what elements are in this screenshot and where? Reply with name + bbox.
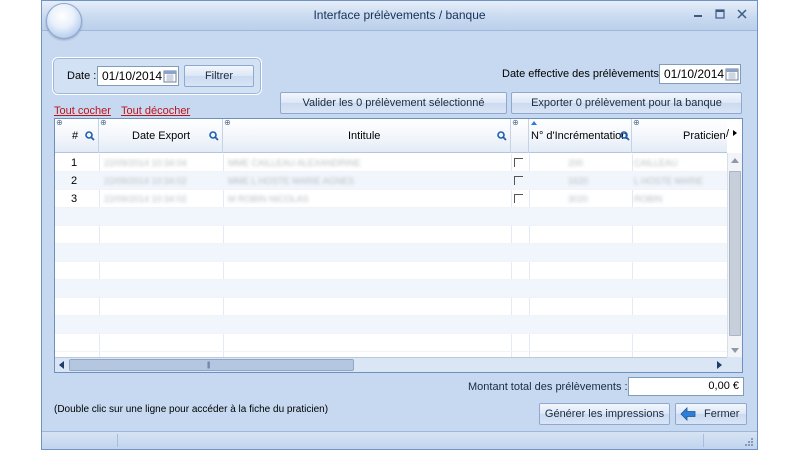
window-controls bbox=[689, 6, 751, 22]
pin-icon: ⊕ bbox=[512, 118, 519, 127]
empty-row bbox=[55, 226, 727, 244]
minimize-icon bbox=[694, 15, 702, 17]
empty-row bbox=[55, 334, 727, 352]
title-bar: Interface prélèvements / banque bbox=[42, 1, 757, 31]
date-label: Date : bbox=[67, 70, 97, 82]
empty-row bbox=[55, 316, 727, 334]
maximize-button[interactable] bbox=[711, 6, 729, 22]
empty-row bbox=[55, 208, 727, 226]
pin-icon: ⊕ bbox=[100, 118, 107, 127]
filter-button[interactable]: Filtrer bbox=[184, 65, 254, 87]
calendar-icon[interactable] bbox=[725, 67, 739, 81]
grid-header: ⊕ # ⊕ Date Export ⊕ Intitule ⊕ N° d'Incr… bbox=[55, 118, 737, 153]
empty-row bbox=[55, 280, 727, 298]
search-icon[interactable] bbox=[85, 131, 95, 141]
date-filter-value: 01/10/2014 bbox=[102, 69, 163, 83]
filter-panel: Date : 01/10/2014 Filtrer bbox=[52, 57, 262, 95]
status-bar bbox=[42, 431, 757, 449]
effective-date-input[interactable]: 01/10/2014 bbox=[659, 64, 741, 84]
horizontal-scrollbar[interactable]: ||| bbox=[55, 357, 727, 372]
close-button-label: Fermer bbox=[704, 408, 740, 420]
vertical-scrollbar[interactable] bbox=[727, 153, 742, 358]
back-arrow-icon bbox=[680, 407, 696, 421]
validate-withdrawals-button[interactable]: Valider les 0 prélèvement sélectionné bbox=[280, 92, 507, 114]
scroll-columns-right-icon[interactable] bbox=[733, 130, 737, 136]
table-row[interactable]: 3 22/09/2014 10:34:02 M ROBIN NICOLAS 30… bbox=[55, 190, 727, 208]
column-header-date-export[interactable]: ⊕ Date Export bbox=[99, 119, 223, 153]
search-icon[interactable] bbox=[209, 131, 219, 141]
scroll-up-icon[interactable] bbox=[731, 158, 739, 163]
row-checkbox[interactable] bbox=[514, 176, 523, 185]
scroll-down-icon[interactable] bbox=[731, 348, 739, 353]
column-header-number[interactable]: ⊕ # bbox=[55, 119, 99, 153]
check-all-link[interactable]: Tout cocher bbox=[54, 105, 111, 117]
column-header-increment[interactable]: N° d'Incrémentation bbox=[529, 119, 632, 153]
pin-icon: ⊕ bbox=[633, 118, 640, 127]
double-click-hint: (Double clic sur une ligne pour accéder … bbox=[54, 404, 329, 415]
uncheck-all-link[interactable]: Tout décocher bbox=[121, 105, 190, 117]
empty-row bbox=[55, 262, 727, 280]
row-checkbox[interactable] bbox=[514, 194, 523, 203]
close-button[interactable]: Fermer bbox=[675, 403, 747, 425]
column-header-intitule[interactable]: ⊕ Intitule bbox=[223, 119, 511, 153]
export-bank-button[interactable]: Exporter 0 prélèvement pour la banque bbox=[511, 92, 742, 114]
pin-icon: ⊕ bbox=[56, 118, 63, 127]
minimize-button[interactable] bbox=[689, 6, 707, 22]
total-label: Montant total des prélèvements : bbox=[468, 381, 628, 393]
close-window-button[interactable] bbox=[733, 6, 751, 22]
sort-ascending-icon bbox=[531, 121, 537, 125]
effective-date-value: 01/10/2014 bbox=[664, 67, 725, 81]
table-row[interactable]: 2 22/09/2014 10:34:02 MME L HOSTE MARIE … bbox=[55, 172, 727, 190]
table-row[interactable]: 1 22/09/2014 10:34:04 MME CAILLEAU ALEXA… bbox=[55, 154, 727, 172]
empty-row bbox=[55, 244, 727, 262]
maximize-icon bbox=[715, 9, 725, 19]
row-checkbox[interactable] bbox=[514, 158, 523, 167]
column-header-checkbox[interactable]: ⊕ bbox=[511, 119, 529, 153]
window-title: Interface prélèvements / banque bbox=[313, 8, 486, 22]
grid-rows: 1 22/09/2014 10:34:04 MME CAILLEAU ALEXA… bbox=[55, 154, 727, 358]
resize-grip-icon[interactable] bbox=[744, 437, 754, 447]
scroll-left-icon[interactable] bbox=[59, 361, 64, 369]
main-window: Interface prélèvements / banque Date : 0… bbox=[41, 0, 758, 450]
vertical-scroll-thumb[interactable] bbox=[729, 171, 741, 336]
total-amount-field: 0,00 € bbox=[628, 377, 744, 396]
effective-date-label: Date effective des prélèvements : bbox=[502, 68, 666, 80]
calendar-icon[interactable] bbox=[163, 69, 177, 83]
withdrawals-grid[interactable]: ⊕ # ⊕ Date Export ⊕ Intitule ⊕ N° d'Incr… bbox=[54, 118, 743, 373]
date-filter-input[interactable]: 01/10/2014 bbox=[97, 66, 179, 86]
empty-row bbox=[55, 298, 727, 316]
search-icon[interactable] bbox=[497, 131, 507, 141]
scroll-right-icon[interactable] bbox=[717, 361, 722, 369]
application-menu-button[interactable] bbox=[46, 3, 82, 39]
horizontal-scroll-thumb[interactable]: ||| bbox=[69, 359, 354, 371]
column-header-praticien[interactable]: ⊕ Praticien / bbox=[632, 118, 730, 153]
search-icon[interactable] bbox=[620, 131, 630, 141]
ellipsis-icon: / bbox=[726, 128, 730, 140]
pin-icon: ⊕ bbox=[224, 118, 231, 127]
generate-prints-button[interactable]: Générer les impressions bbox=[539, 403, 670, 425]
close-icon bbox=[737, 9, 747, 19]
